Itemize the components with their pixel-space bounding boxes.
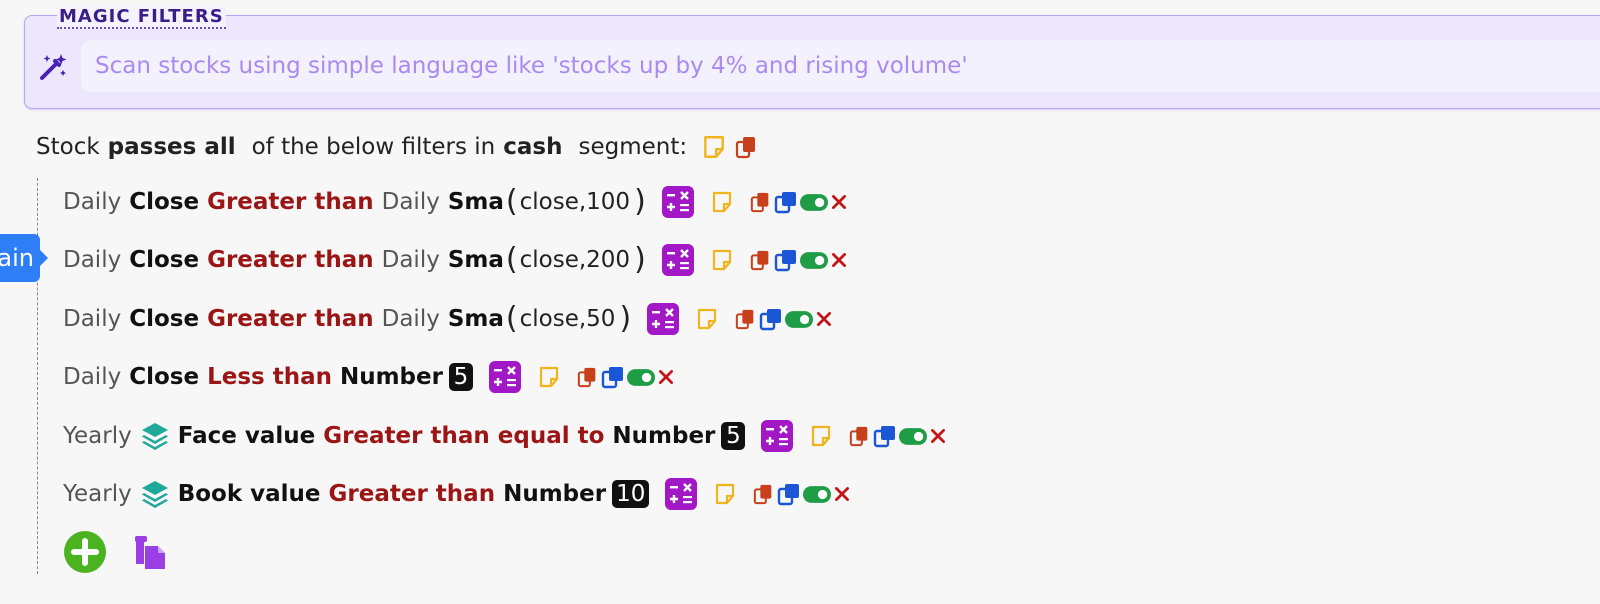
filter-operator[interactable]: Greater than equal to — [323, 423, 604, 449]
filter-period[interactable]: Daily — [63, 189, 121, 215]
open-paren: ( — [505, 301, 518, 336]
paste-icon[interactable] — [130, 532, 170, 576]
calculator-icon[interactable] — [662, 244, 694, 276]
filter-row: Yearly Face value Greater than equal to … — [63, 416, 955, 456]
duplicate-icon[interactable] — [777, 482, 801, 506]
rhs-indicator[interactable]: Sma — [448, 306, 504, 332]
toggle-icon[interactable] — [803, 486, 831, 503]
filter-operator[interactable]: Greater than — [207, 247, 374, 273]
filter-field[interactable]: Book value — [178, 481, 321, 507]
calculator-icon[interactable] — [647, 303, 679, 335]
match-mode-dropdown[interactable]: passes all — [108, 134, 236, 160]
rhs-type[interactable]: Number — [612, 423, 715, 449]
magic-search-input[interactable] — [81, 40, 1600, 92]
toggle-icon[interactable] — [785, 311, 813, 328]
layers-icon — [140, 479, 170, 509]
note-icon[interactable] — [710, 190, 734, 214]
calculator-icon[interactable] — [489, 361, 521, 393]
toggle-icon[interactable] — [800, 194, 828, 211]
close-paren: ) — [634, 242, 646, 277]
delete-icon[interactable] — [830, 193, 848, 211]
duplicate-icon[interactable] — [759, 307, 783, 331]
filter-row: Daily Close Greater than Daily Sma ( clo… — [63, 299, 841, 339]
filter-row: Yearly Book value Greater than Number 10 — [63, 474, 859, 514]
toggle-icon[interactable] — [627, 369, 655, 386]
calculator-icon[interactable] — [761, 420, 793, 452]
filter-row: Daily Close Greater than Daily Sma ( clo… — [63, 182, 856, 222]
delete-icon[interactable] — [830, 251, 848, 269]
side-tab-arrow — [40, 250, 48, 266]
filter-period[interactable]: Yearly — [63, 481, 132, 507]
filter-operator[interactable]: Greater than — [207, 306, 374, 332]
copy-icon[interactable] — [750, 249, 772, 271]
note-icon[interactable] — [537, 365, 561, 389]
rhs-indicator[interactable]: Sma — [448, 247, 504, 273]
magic-filters-panel: MAGIC FILTERS — [24, 7, 1600, 109]
note-icon[interactable] — [809, 424, 833, 448]
close-paren: ) — [619, 301, 632, 336]
note-icon[interactable] — [710, 248, 734, 272]
close-paren: ) — [634, 184, 646, 219]
calculator-icon[interactable] — [662, 186, 694, 218]
add-filter-icon[interactable] — [63, 530, 107, 578]
open-paren: ( — [505, 184, 518, 219]
rhs-indicator[interactable]: Sma — [448, 189, 504, 215]
rhs-period[interactable]: Daily — [382, 306, 440, 332]
filter-operator[interactable]: Greater than — [207, 189, 374, 215]
note-icon[interactable] — [695, 307, 719, 331]
number-value[interactable]: 5 — [448, 363, 473, 391]
duplicate-icon[interactable] — [601, 365, 625, 389]
duplicate-icon[interactable] — [774, 248, 798, 272]
number-value[interactable]: 10 — [612, 480, 650, 508]
filter-period[interactable]: Daily — [63, 247, 121, 273]
filter-field[interactable]: Close — [129, 306, 199, 332]
number-value[interactable]: 5 — [721, 422, 746, 450]
open-paren: ( — [505, 242, 518, 277]
calculator-icon[interactable] — [665, 478, 697, 510]
side-tab[interactable]: ain — [0, 234, 40, 282]
toggle-icon[interactable] — [800, 252, 828, 269]
copy-icon[interactable] — [577, 366, 599, 388]
summary-middle: of the below filters in — [251, 134, 496, 160]
duplicate-icon[interactable] — [873, 424, 897, 448]
filter-period[interactable]: Yearly — [63, 423, 132, 449]
rhs-args[interactable]: close,200 — [520, 247, 630, 273]
summary-prefix: Stock — [36, 134, 100, 160]
segment-dropdown[interactable]: cash — [503, 134, 562, 160]
copy-icon[interactable] — [753, 483, 775, 505]
filter-field[interactable]: Close — [129, 247, 199, 273]
magic-filters-title: MAGIC FILTERS — [57, 6, 226, 29]
filter-row: Daily Close Greater than Daily Sma ( clo… — [63, 240, 856, 280]
duplicate-icon[interactable] — [774, 190, 798, 214]
copy-icon[interactable] — [750, 191, 772, 213]
filter-operator[interactable]: Less than — [207, 364, 332, 390]
layers-icon — [140, 421, 170, 451]
filter-period[interactable]: Daily — [63, 306, 121, 332]
rhs-period[interactable]: Daily — [382, 189, 440, 215]
summary-suffix: segment: — [578, 134, 688, 160]
rhs-args[interactable]: close,100 — [520, 189, 630, 215]
copy-icon[interactable] — [735, 135, 759, 159]
note-icon[interactable] — [713, 482, 737, 506]
copy-icon[interactable] — [735, 308, 757, 330]
filter-period[interactable]: Daily — [63, 364, 121, 390]
filter-field[interactable]: Close — [129, 189, 199, 215]
filter-operator[interactable]: Greater than — [329, 481, 496, 507]
magic-wand-icon — [37, 51, 69, 83]
filter-field[interactable]: Close — [129, 364, 199, 390]
delete-icon[interactable] — [657, 368, 675, 386]
rhs-type[interactable]: Number — [503, 481, 606, 507]
filter-summary: Stock passes all of the below filters in… — [36, 130, 759, 164]
filter-row: Daily Close Less than Number 5 — [63, 357, 683, 397]
delete-icon[interactable] — [815, 310, 833, 328]
rhs-period[interactable]: Daily — [382, 247, 440, 273]
rhs-args[interactable]: close,50 — [520, 306, 616, 332]
toggle-icon[interactable] — [899, 428, 927, 445]
delete-icon[interactable] — [929, 427, 947, 445]
delete-icon[interactable] — [833, 485, 851, 503]
filter-field[interactable]: Face value — [178, 423, 316, 449]
note-icon[interactable] — [701, 134, 727, 160]
rhs-type[interactable]: Number — [340, 364, 443, 390]
copy-icon[interactable] — [849, 425, 871, 447]
